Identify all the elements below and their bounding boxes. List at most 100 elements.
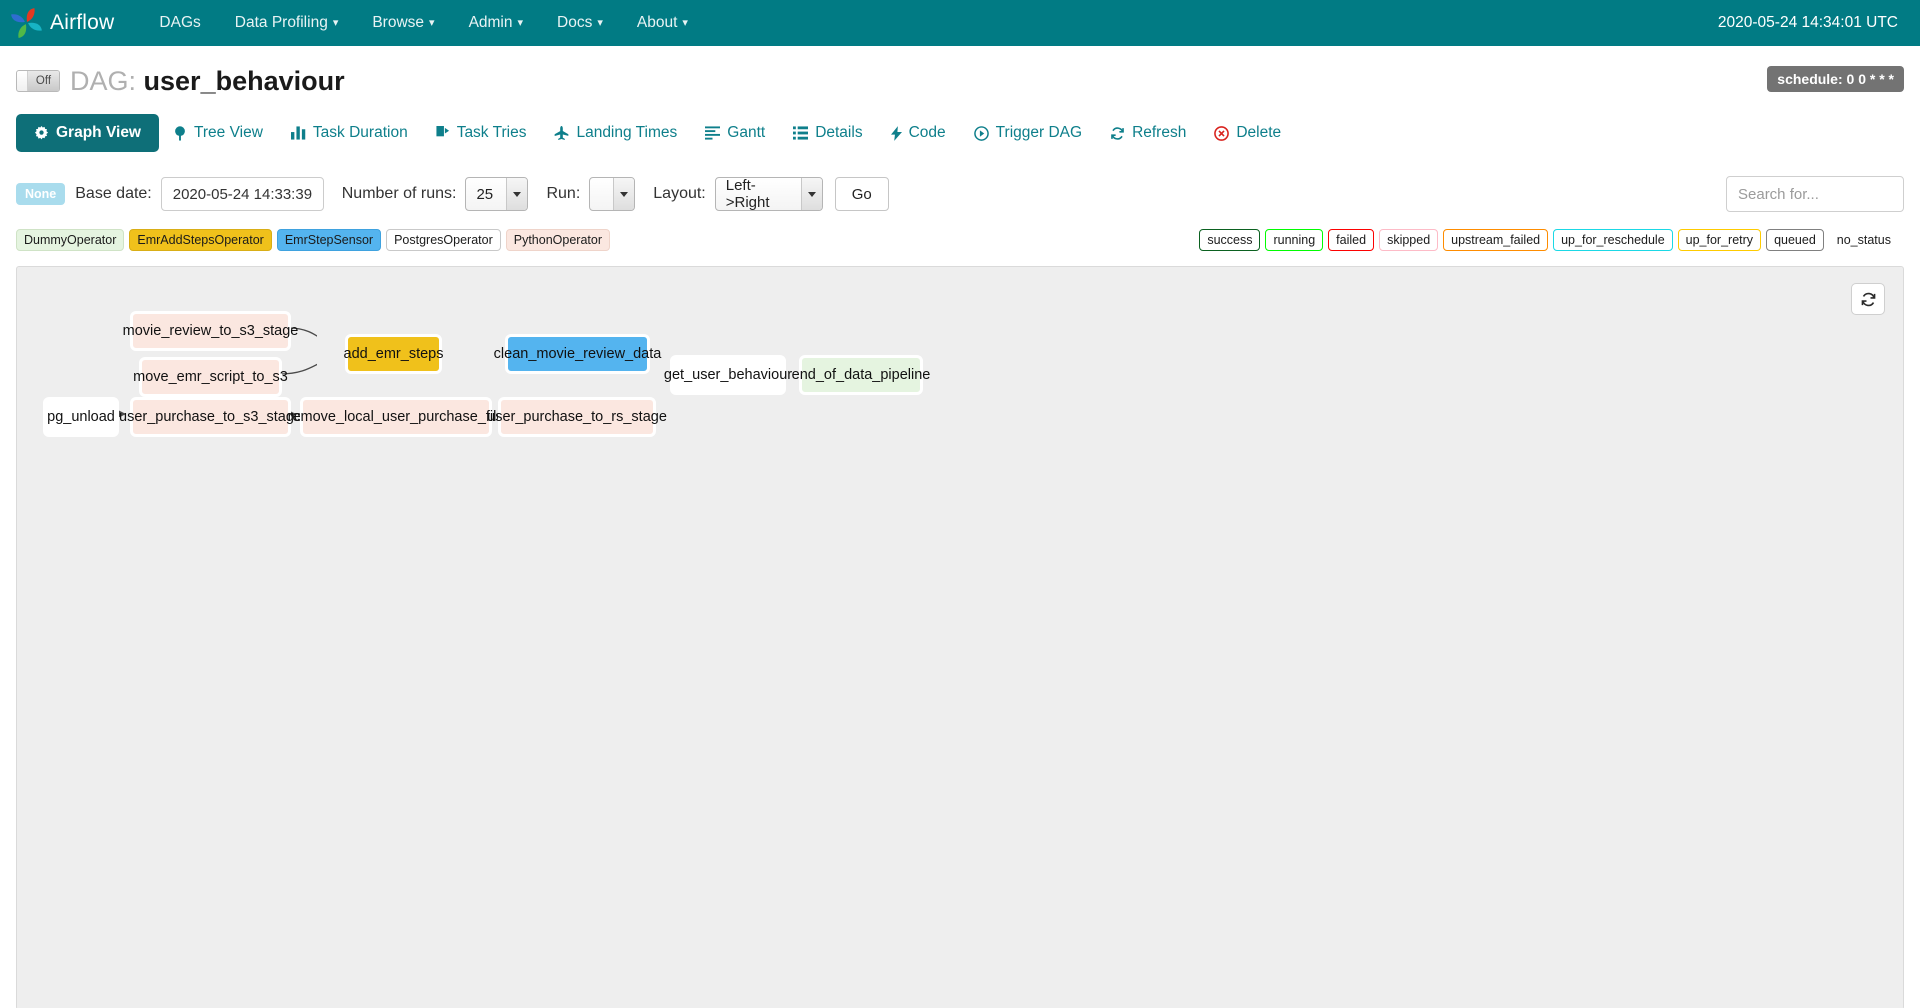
task-node-add_emr_steps[interactable]: add_emr_steps xyxy=(344,334,443,374)
nav-item-label: DAGs xyxy=(159,14,201,31)
dag-graph-canvas[interactable]: movie_review_to_s3_stage move_emr_script… xyxy=(16,266,1904,1008)
task-node-end_of_data_pipeline[interactable]: end_of_data_pipeline xyxy=(792,355,930,395)
list-icon xyxy=(793,126,809,140)
nav-item-label: Docs xyxy=(557,13,593,31)
task-node-user_purchase_to_rs_stage[interactable]: user_purchase_to_rs_stage xyxy=(487,397,667,437)
run-label: Run: xyxy=(546,185,581,202)
task-node-label: pg_unload xyxy=(47,409,115,425)
task-node-get_user_behaviour[interactable]: get_user_behaviour xyxy=(664,355,792,395)
status-chip-up-for-reschedule[interactable]: up_for_reschedule xyxy=(1553,228,1673,252)
run-select[interactable] xyxy=(589,177,636,211)
graph-refresh-button[interactable] xyxy=(1851,283,1885,315)
tab-label: Tree View xyxy=(194,124,263,141)
status-chip-running[interactable]: running xyxy=(1265,228,1324,252)
status-chip-skipped[interactable]: skipped xyxy=(1379,228,1439,252)
tab-tree-view[interactable]: Tree View xyxy=(159,115,277,151)
task-node-label: clean_movie_review_data xyxy=(493,346,662,362)
task-node-user_purchase_to_s3_stage[interactable]: user_purchase_to_s3_stage xyxy=(119,397,302,437)
tab-landing-times[interactable]: Landing Times xyxy=(540,115,691,151)
bolt-icon xyxy=(890,125,902,141)
schedule-badge: schedule: 0 0 * * * xyxy=(1767,66,1904,92)
operator-chip-emraddstepsoperator[interactable]: EmrAddStepsOperator xyxy=(129,228,272,252)
nav-item-about[interactable]: About ▾ xyxy=(620,0,705,47)
top-navbar: Airflow DAGs Data Profiling ▾ Browse ▾ Adm… xyxy=(0,0,1920,46)
tab-label: Details xyxy=(815,124,863,141)
tab-details[interactable]: Details xyxy=(779,115,876,151)
status-chip-failed[interactable]: failed xyxy=(1328,228,1375,252)
chevron-down-icon: ▾ xyxy=(517,16,524,29)
status-chip-up-for-retry[interactable]: up_for_retry xyxy=(1677,228,1762,252)
tab-label: Landing Times xyxy=(576,124,678,141)
task-node-move_emr_script_to_s3[interactable]: move_emr_script_to_s3 xyxy=(133,357,288,397)
number-of-runs-select[interactable]: 25 xyxy=(465,177,529,211)
operator-chip-pythonoperator[interactable]: PythonOperator xyxy=(505,228,610,252)
status-chip-success[interactable]: success xyxy=(1199,228,1261,252)
task-node-label: movie_review_to_s3_stage xyxy=(122,323,299,339)
chevron-down-icon xyxy=(800,178,822,210)
nav-item-admin[interactable]: Admin ▾ xyxy=(452,0,540,47)
tab-label: Refresh xyxy=(1132,124,1187,141)
go-button[interactable]: Go xyxy=(834,177,889,211)
nav-item-dags[interactable]: DAGs xyxy=(142,0,217,46)
tab-label: Graph View xyxy=(56,124,141,141)
operator-chip-emrstepsensor[interactable]: EmrStepSensor xyxy=(276,228,382,252)
tab-graph-view[interactable]: Graph View xyxy=(16,114,159,152)
dag-header: Off DAG: user_behaviour schedule: 0 0 * … xyxy=(16,46,1904,102)
status-chip-no-status[interactable]: no_status xyxy=(1829,229,1899,251)
tab-task-tries[interactable]: Task Tries xyxy=(422,115,541,151)
search-input[interactable] xyxy=(1726,176,1904,212)
task-node-label: remove_local_user_purchase_file xyxy=(287,409,505,425)
layout-value: Left->Right xyxy=(725,177,770,211)
graph-controls-bar: None Base date: Number of runs: 25 Run: … xyxy=(16,174,1904,214)
brand-text: Airflow xyxy=(50,11,115,34)
plane-icon xyxy=(554,125,569,141)
nav-item-label: Browse xyxy=(372,13,425,31)
delete-circle-icon xyxy=(1214,125,1230,141)
flag-icon xyxy=(436,125,450,141)
task-node-movie_review_to_s3_stage[interactable]: movie_review_to_s3_stage xyxy=(123,311,298,351)
task-node-label: user_purchase_to_s3_stage xyxy=(119,409,302,425)
number-of-runs-value: 25 xyxy=(476,185,494,203)
chevron-down-icon: ▾ xyxy=(429,16,435,29)
search-box xyxy=(1726,176,1904,212)
base-date-input[interactable] xyxy=(160,177,324,211)
tab-label: Gantt xyxy=(727,124,766,141)
chevron-down-icon: ▾ xyxy=(682,16,688,29)
nav-item-data-profiling[interactable]: Data Profiling ▾ xyxy=(218,0,356,47)
tab-task-duration[interactable]: Task Duration xyxy=(277,115,422,151)
nav-item-label: Data Profiling xyxy=(234,13,328,31)
page-title: DAG: user_behaviour xyxy=(70,66,345,97)
layout-select[interactable]: Left->Right xyxy=(714,177,823,211)
gear-icon xyxy=(34,125,49,141)
refresh-icon xyxy=(1861,292,1875,306)
dag-pause-toggle[interactable]: Off xyxy=(16,70,60,92)
nav-item-docs[interactable]: Docs ▾ xyxy=(540,0,620,47)
status-legend: success running failed skipped upstream_… xyxy=(1199,228,1904,252)
tab-trigger-dag[interactable]: Trigger DAG xyxy=(960,115,1096,151)
status-chip-queued[interactable]: queued xyxy=(1766,228,1824,252)
task-node-remove_local_user_purchase_file[interactable]: remove_local_user_purchase_file xyxy=(288,397,504,437)
tab-code[interactable]: Code xyxy=(877,115,960,151)
task-node-label: end_of_data_pipeline xyxy=(791,367,931,383)
tab-label: Task Duration xyxy=(312,124,408,141)
refresh-icon xyxy=(1110,126,1125,141)
task-node-pg_unload[interactable]: pg_unload xyxy=(43,397,119,437)
operator-chip-postgresoperator[interactable]: PostgresOperator xyxy=(386,228,501,252)
status-chip-upstream-failed[interactable]: upstream_failed xyxy=(1443,228,1549,252)
play-circle-icon xyxy=(973,125,989,141)
nav-item-label: About xyxy=(636,13,678,31)
operator-chip-dummyoperator[interactable]: DummyOperator xyxy=(16,228,125,252)
tab-delete[interactable]: Delete xyxy=(1200,115,1295,151)
task-node-clean_movie_review_data[interactable]: clean_movie_review_data xyxy=(494,334,661,374)
nav-item-browse[interactable]: Browse ▾ xyxy=(355,0,451,47)
tab-gantt[interactable]: Gantt xyxy=(691,115,779,151)
task-node-label: get_user_behaviour xyxy=(663,367,793,383)
tab-label: Trigger DAG xyxy=(995,124,1083,141)
tab-refresh[interactable]: Refresh xyxy=(1096,115,1200,151)
brand-logo[interactable]: Airflow xyxy=(10,6,114,40)
dag-pause-toggle-label: Off xyxy=(27,71,59,91)
tree-icon xyxy=(173,125,187,141)
tab-label: Code xyxy=(908,124,946,141)
dag-name: user_behaviour xyxy=(143,65,345,96)
chevron-down-icon xyxy=(613,178,635,210)
